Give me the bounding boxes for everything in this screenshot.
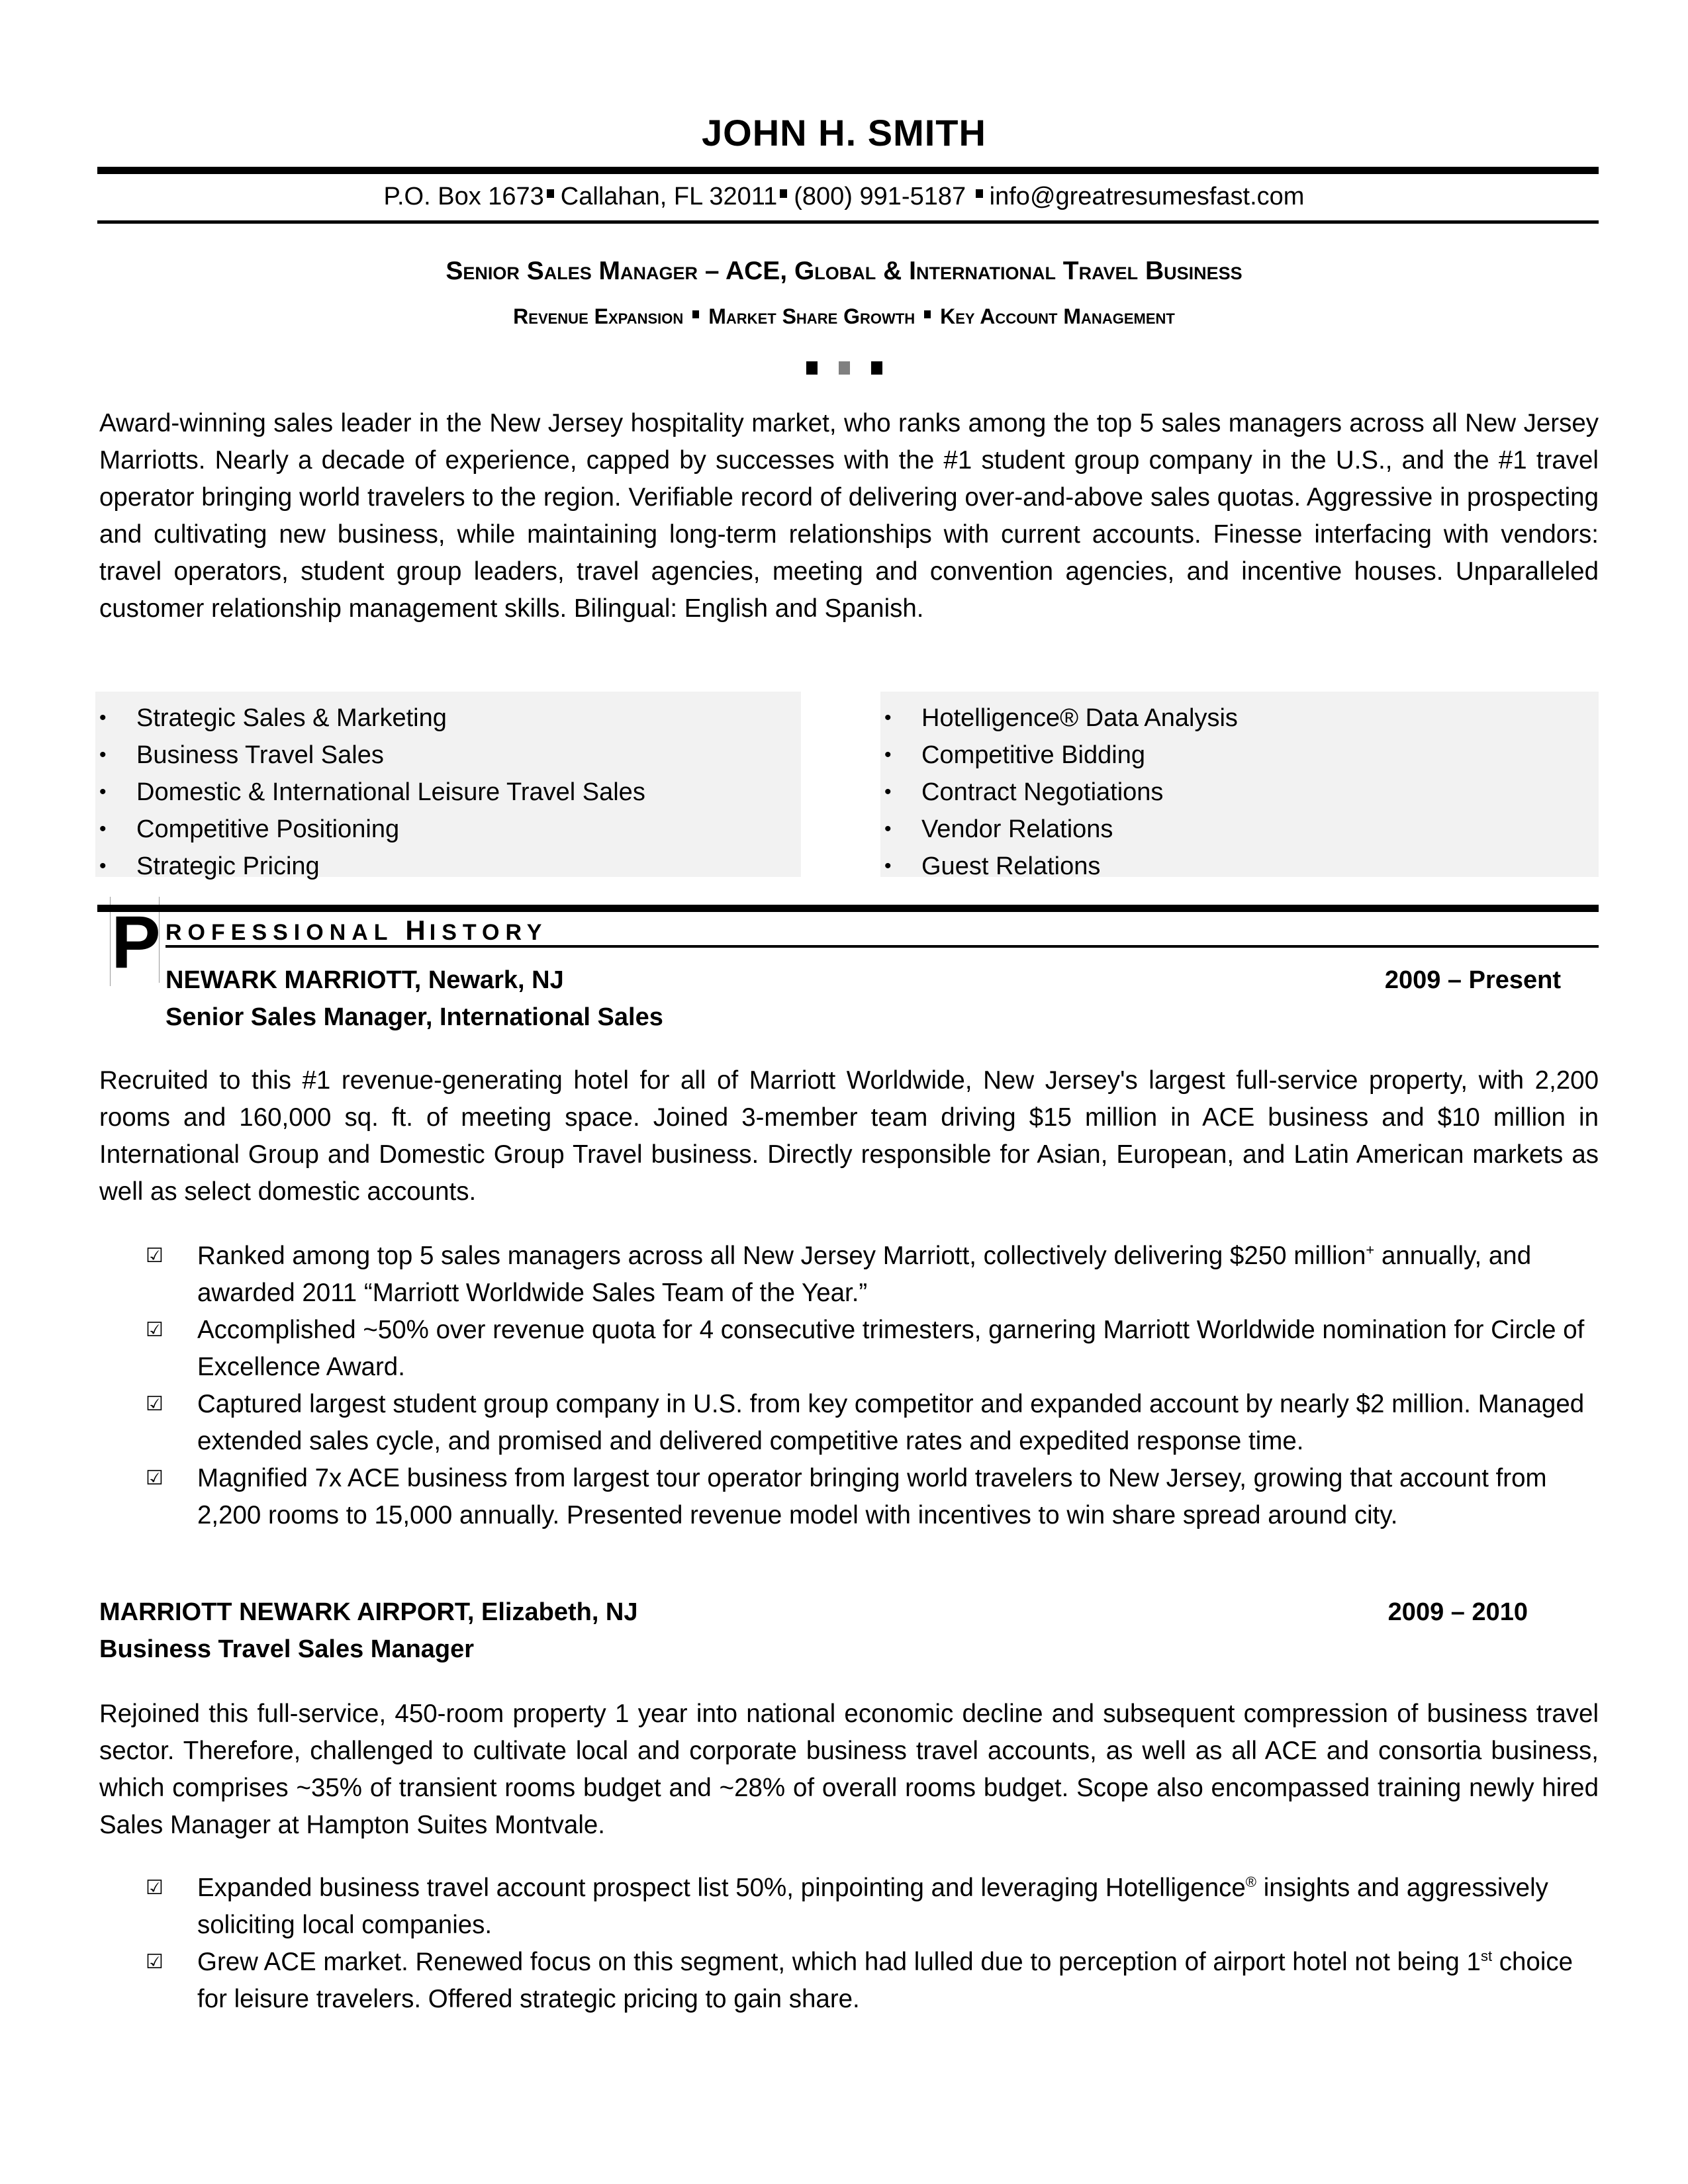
achievement-text: Ranked among top 5 sales managers across… [197,1242,1366,1270]
section-rule [97,905,1599,912]
skill-label: Competitive Positioning [136,815,400,843]
job-company: NEWARK MARRIOTT, Newark, NJ [165,966,564,994]
skill-item: • Hotelligence® Data Analysis [880,700,1599,737]
achievement-text: Magnified 7x ACE business from largest t… [197,1464,1547,1529]
achievement-item: ☑ Captured largest student group company … [146,1386,1602,1460]
separator-square-icon [975,189,983,198]
job-achievements: ☑ Expanded business travel account prospe… [146,1870,1602,2018]
job-title: Senior Sales Manager, International Sale… [165,1003,663,1031]
achievement-text: Expanded business travel account prospec… [197,1874,1246,1902]
skills-column-left: • Strategic Sales & Marketing • Business Tr… [95,692,801,880]
checkbox-icon: ☑ [146,1951,164,1973]
superscript: + [1366,1242,1375,1259]
keyword-item: Revenue Expansion [513,304,684,328]
target-keywords: Revenue Expansion Market Share Growth Key … [0,304,1688,329]
header-rule-top [97,167,1599,174]
achievement-text: Captured largest student group company i… [197,1390,1585,1455]
profile-summary: Award-winning sales leader in the New Je… [99,409,1599,623]
job-dates: 2009 – 2010 [1387,1598,1528,1626]
divider-square-icon [870,361,882,375]
achievement-item: ☑ Ranked among top 5 sales managers acros… [146,1238,1602,1312]
contact-phone[interactable]: (800) 991-5187 [794,183,966,210]
skill-label: Guest Relations [921,852,1101,880]
achievement-item: ☑ Expanded business travel account prospe… [146,1870,1602,1944]
bullet-icon: • [99,707,107,729]
separator-square-icon [692,310,700,318]
skill-item: • Strategic Sales & Marketing [95,700,801,737]
bullet-icon: • [99,855,107,877]
separator-square-icon [924,310,931,318]
achievement-item: ☑ Accomplished ~50% over revenue quota fo… [146,1312,1602,1386]
contact-email[interactable]: info@greatresumesfast.com [990,183,1305,210]
section-underline [165,945,1599,948]
skill-item: • Strategic Pricing [95,848,801,885]
separator-square-icon [546,189,554,198]
skill-label: Contract Negotiations [921,778,1164,806]
skill-label: Strategic Pricing [136,852,320,880]
section-title-professional-history: ROFESSIONAL HISTORY [165,915,547,946]
skill-label: Competitive Bidding [921,741,1145,769]
skill-item: • Competitive Bidding [880,737,1599,774]
decorative-divider [0,361,1688,378]
job-description: Rejoined this full-service, 450-room pro… [99,1700,1599,1839]
header-rule-bottom [97,220,1599,224]
keyword-item: Key Account Management [940,304,1175,328]
divider-square-icon [838,361,850,375]
separator-square-icon [780,189,788,198]
skill-item: • Competitive Positioning [95,811,801,848]
divider-square-icon [806,361,818,375]
checkbox-icon: ☑ [146,1393,164,1415]
job-dates: 2009 – Present [1384,966,1561,994]
achievement-item: ☑ Magnified 7x ACE business from largest … [146,1460,1602,1534]
contact-address: P.O. Box 1673 [383,183,544,210]
skill-item: • Contract Negotiations [880,774,1599,811]
superscript: st [1480,1948,1493,1965]
achievement-text: Grew ACE market. Renewed focus on this s… [197,1948,1481,1976]
section-drop-cap: P [111,901,161,983]
bullet-icon: • [99,818,107,840]
bullet-icon: • [99,744,107,766]
section-title-part: ROFESSIONAL [165,920,393,945]
achievement-item: ☑ Grew ACE market. Renewed focus on this … [146,1944,1602,2018]
keyword-item: Market Share Growth [708,304,915,328]
skill-label: Hotelligence® Data Analysis [921,704,1238,732]
achievement-text: Accomplished ~50% over revenue quota for… [197,1316,1585,1381]
skill-item: • Domestic & International Leisure Travel… [95,774,801,811]
bullet-icon: • [884,781,892,803]
bullet-icon: • [99,781,107,803]
skills-column-right: • Hotelligence® Data Analysis • Competitive… [880,692,1599,880]
skill-label: Domestic & International Leisure Travel … [136,778,645,806]
skill-label: Business Travel Sales [136,741,384,769]
bullet-icon: • [884,707,892,729]
checkbox-icon: ☑ [146,1319,164,1341]
checkbox-icon: ☑ [146,1245,164,1267]
target-headline: Senior Sales Manager – ACE, Global & Int… [445,257,1243,285]
bullet-icon: • [884,744,892,766]
contact-city: Callahan, FL 32011 [560,183,778,210]
bullet-icon: • [884,855,892,877]
contact-line: P.O. Box 1673 Callahan, FL 32011 (800) 991… [0,183,1688,211]
skill-label: Strategic Sales & Marketing [136,704,447,732]
superscript: ® [1245,1874,1257,1891]
job-description: Recruited to this #1 revenue-generating … [99,1066,1599,1206]
job-achievements: ☑ Ranked among top 5 sales managers acros… [146,1238,1602,1534]
candidate-name: JOHN H. SMITH [702,112,986,154]
section-title-part: H [405,915,430,946]
checkbox-icon: ☑ [146,1467,164,1489]
skill-label: Vendor Relations [921,815,1113,843]
skill-item: • Guest Relations [880,848,1599,885]
bullet-icon: • [884,818,892,840]
job-title: Business Travel Sales Manager [99,1635,475,1663]
section-title-part: ISTORY [429,920,548,945]
job-company: MARRIOTT NEWARK AIRPORT, Elizabeth, NJ [99,1598,638,1626]
checkbox-icon: ☑ [146,1877,164,1899]
skill-item: • Business Travel Sales [95,737,801,774]
skill-item: • Vendor Relations [880,811,1599,848]
